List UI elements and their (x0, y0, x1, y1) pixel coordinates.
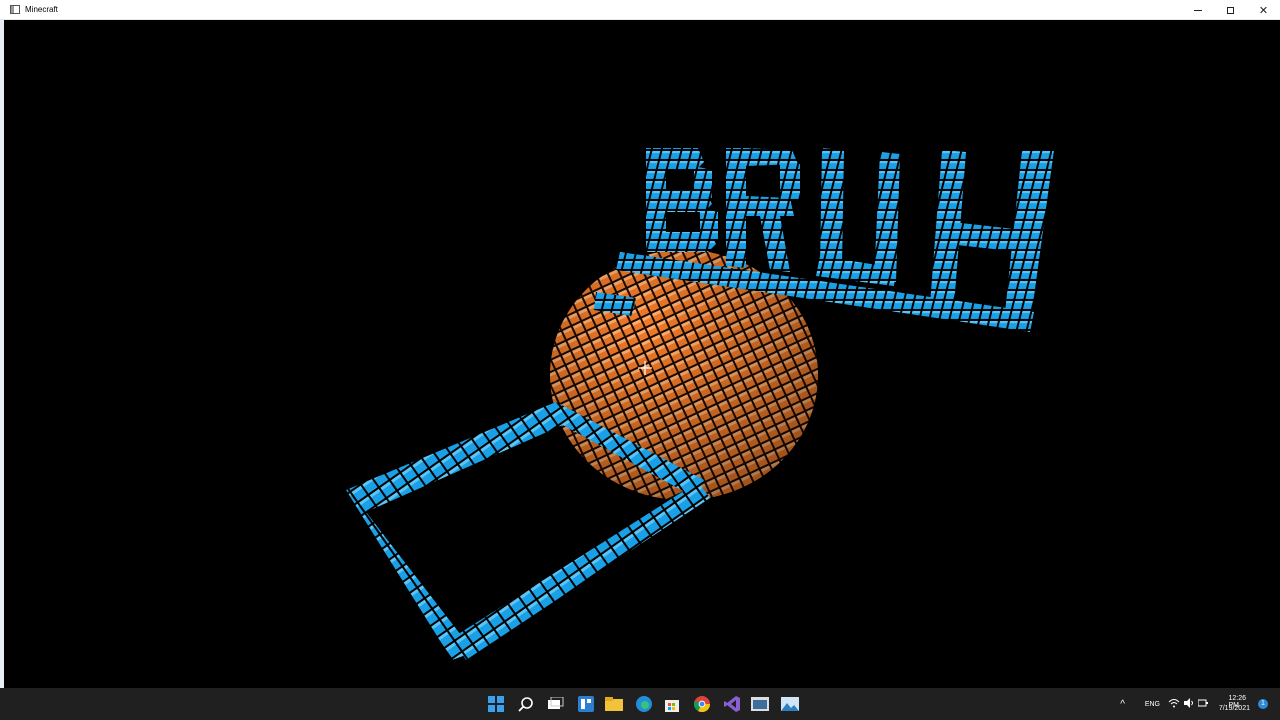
maximize-button[interactable] (1214, 0, 1247, 20)
title-bar[interactable]: Minecraft ✕ (0, 0, 1280, 20)
taskbar: ^ ENG 12:26 PM 7/19/2021 1 (0, 688, 1280, 720)
minimize-button[interactable] (1181, 0, 1214, 20)
clock-date[interactable]: 7/19/2021 (1219, 705, 1250, 712)
minimize-icon (1193, 9, 1202, 11)
notification-badge[interactable]: 1 (1258, 699, 1268, 709)
app-icon[interactable] (10, 5, 20, 14)
wifi-icon[interactable] (1168, 698, 1180, 708)
maximize-icon (1227, 6, 1234, 14)
close-button[interactable]: ✕ (1247, 0, 1280, 20)
search-icon[interactable] (516, 694, 536, 714)
language-indicator[interactable]: ENG (1145, 701, 1160, 708)
widgets-icon[interactable] (576, 694, 596, 714)
minecraft-app-icon[interactable] (750, 694, 770, 714)
minecraft-window: Minecraft ✕ (0, 0, 1280, 688)
photos-icon[interactable] (780, 694, 800, 714)
game-viewport[interactable] (4, 20, 1280, 688)
window-title: Minecraft (25, 5, 58, 14)
task-view-icon[interactable] (546, 694, 566, 714)
windows-start-icon[interactable] (486, 694, 506, 714)
close-icon: ✕ (1258, 4, 1269, 17)
edge-icon[interactable] (634, 694, 654, 714)
volume-icon[interactable] (1184, 698, 1194, 708)
file-explorer-icon[interactable] (604, 694, 624, 714)
show-hidden-icons-chevron[interactable]: ^ (1120, 699, 1125, 710)
chrome-icon[interactable] (692, 694, 712, 714)
store-icon[interactable] (662, 694, 682, 714)
window-controls: ✕ (1181, 0, 1280, 20)
visual-studio-icon[interactable] (722, 694, 742, 714)
battery-icon[interactable] (1198, 698, 1208, 708)
